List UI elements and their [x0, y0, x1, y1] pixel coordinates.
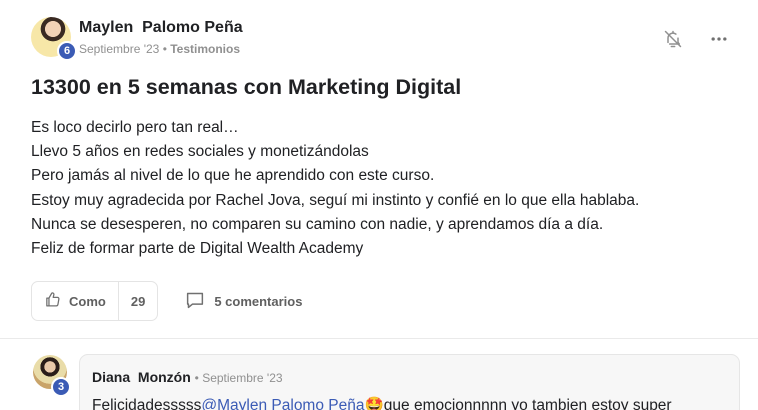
more-horizontal-icon[interactable]: [708, 28, 730, 50]
comment-avatar-wrap[interactable]: 3: [33, 355, 71, 397]
comment-text-start: Felicidadesssss: [92, 397, 202, 410]
comment-header: Diana Monzón • Septiembre '23: [92, 369, 727, 385]
comment-mention-link[interactable]: @Maylen Palomo Peña: [201, 397, 364, 410]
comment-item: 3 Diana Monzón • Septiembre '23 Felicida…: [33, 354, 740, 410]
bell-off-icon[interactable]: [662, 28, 684, 50]
comment-date: • Septiembre '23: [194, 371, 283, 385]
comments-count-label: 5 comentarios: [214, 293, 303, 309]
level-badge: 6: [57, 41, 77, 61]
divider: [0, 338, 758, 339]
comments-button[interactable]: 5 comentarios: [185, 291, 302, 312]
post-body: Es loco decirlo pero tan real… Llevo 5 a…: [31, 116, 639, 261]
post-date: Septiembre '23: [79, 42, 160, 56]
author-avatar-wrap[interactable]: 6: [31, 17, 77, 61]
like-count[interactable]: 29: [119, 282, 157, 320]
post-header: 6 Maylen Palomo Peña Septiembre '23 • Te…: [31, 17, 243, 61]
thumbs-up-icon: [44, 291, 61, 311]
like-box: Como 29: [31, 281, 159, 321]
comment-text-end: que emocionnnnn yo tambien estoy super: [383, 397, 672, 410]
post-body-line: Feliz de formar parte de Digital Wealth …: [31, 240, 364, 258]
comment-author[interactable]: Diana Monzón: [92, 369, 191, 385]
post-body-line: Llevo 5 años en redes sociales y monetiz…: [31, 143, 369, 161]
star-eyes-emoji: 🤩: [364, 397, 384, 410]
author-name[interactable]: Maylen Palomo Peña: [79, 19, 243, 37]
comment-text: Felicidadesssss@Maylen Palomo Peña🤩que e…: [92, 396, 727, 410]
like-button[interactable]: Como: [32, 282, 119, 320]
header-actions: [662, 28, 730, 50]
post-category[interactable]: Testimonios: [170, 42, 240, 56]
like-label: Como: [69, 293, 106, 309]
meta-separator: •: [162, 42, 167, 56]
chat-bubble-icon: [185, 291, 205, 312]
post-body-line: Estoy muy agradecida por Rachel Jova, se…: [31, 191, 640, 209]
comment-card: Diana Monzón • Septiembre '23 Felicidade…: [79, 354, 740, 410]
post-body-line: Nunca se desesperen, no comparen su cami…: [31, 215, 604, 233]
post-body-line: Pero jamás al nivel de lo que he aprendi…: [31, 167, 435, 185]
author-info: Maylen Palomo Peña Septiembre '23 • Test…: [79, 19, 243, 56]
post-body-line: Es loco decirlo pero tan real…: [31, 119, 239, 136]
post-actions: Como 29 5 comentarios: [31, 281, 302, 321]
post-title: 13300 en 5 semanas con Marketing Digital: [31, 75, 462, 99]
comment-level-badge: 3: [51, 377, 71, 397]
post-meta: Septiembre '23 • Testimonios: [79, 42, 243, 56]
